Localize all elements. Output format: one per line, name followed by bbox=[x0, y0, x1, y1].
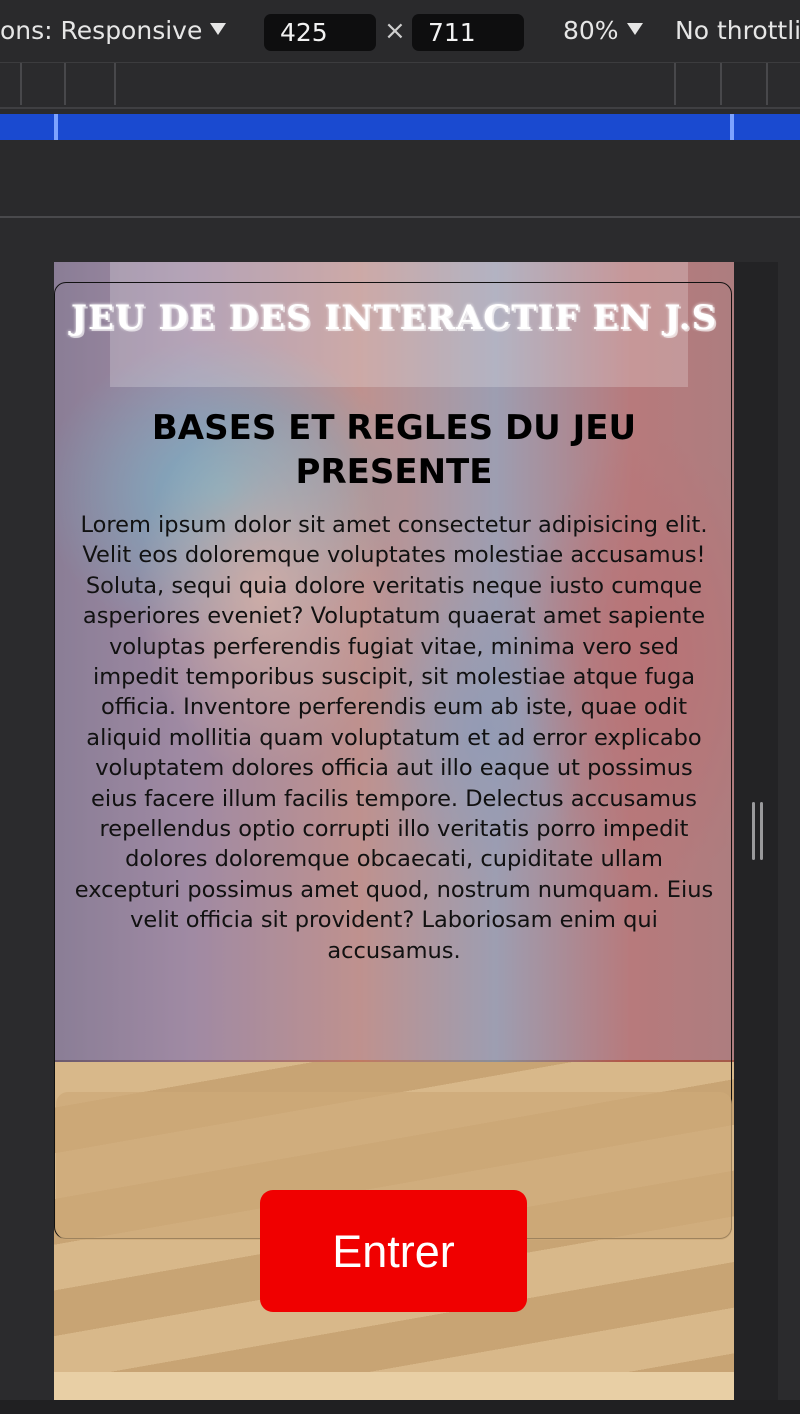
height-input[interactable]: 711 bbox=[412, 14, 524, 51]
enter-button[interactable]: Entrer bbox=[260, 1190, 527, 1312]
resize-handle-icon[interactable] bbox=[752, 802, 764, 860]
caret-down-icon bbox=[210, 23, 227, 35]
ruler-handle-right[interactable] bbox=[730, 114, 734, 140]
bottom-resize-bar[interactable] bbox=[0, 1400, 800, 1414]
device-toolbar: ons: Responsive 425 × 711 80% No throttl… bbox=[0, 0, 800, 62]
ruler-tick[interactable] bbox=[766, 63, 768, 105]
page-bottom-strip bbox=[54, 1372, 734, 1400]
ruler-handle-left[interactable] bbox=[54, 114, 58, 140]
zoom-label: 80% bbox=[563, 16, 619, 45]
ruler-tick[interactable] bbox=[720, 63, 722, 105]
ruler-tick[interactable] bbox=[64, 63, 66, 105]
ruler-tick[interactable] bbox=[674, 63, 676, 105]
throttling-label: No throttli bbox=[675, 16, 800, 45]
times-symbol: × bbox=[384, 16, 406, 46]
ruler-band bbox=[0, 140, 800, 218]
ruler-width-indicator bbox=[0, 114, 800, 140]
ruler-tick[interactable] bbox=[20, 63, 22, 105]
rules-heading: BASES ET REGLES DU JEU PRESENTE bbox=[151, 408, 637, 492]
rules-body: Lorem ipsum dolor sit amet consectetur a… bbox=[74, 512, 714, 964]
dimensions-dropdown[interactable]: ons: Responsive bbox=[0, 16, 227, 45]
zoom-dropdown[interactable]: 80% bbox=[563, 16, 643, 45]
throttling-dropdown[interactable]: No throttli bbox=[675, 16, 800, 45]
width-input[interactable]: 425 bbox=[264, 14, 376, 51]
page-title: JEU DE DES INTERACTIF EN J.S bbox=[70, 298, 718, 338]
ruler-tick[interactable] bbox=[114, 63, 116, 105]
dimensions-label: ons: Responsive bbox=[0, 16, 203, 45]
media-query-bar bbox=[0, 62, 800, 109]
emulated-viewport: JEU DE DES INTERACTIF EN J.S BASES ET RE… bbox=[54, 262, 734, 1400]
caret-down-icon bbox=[626, 23, 643, 35]
